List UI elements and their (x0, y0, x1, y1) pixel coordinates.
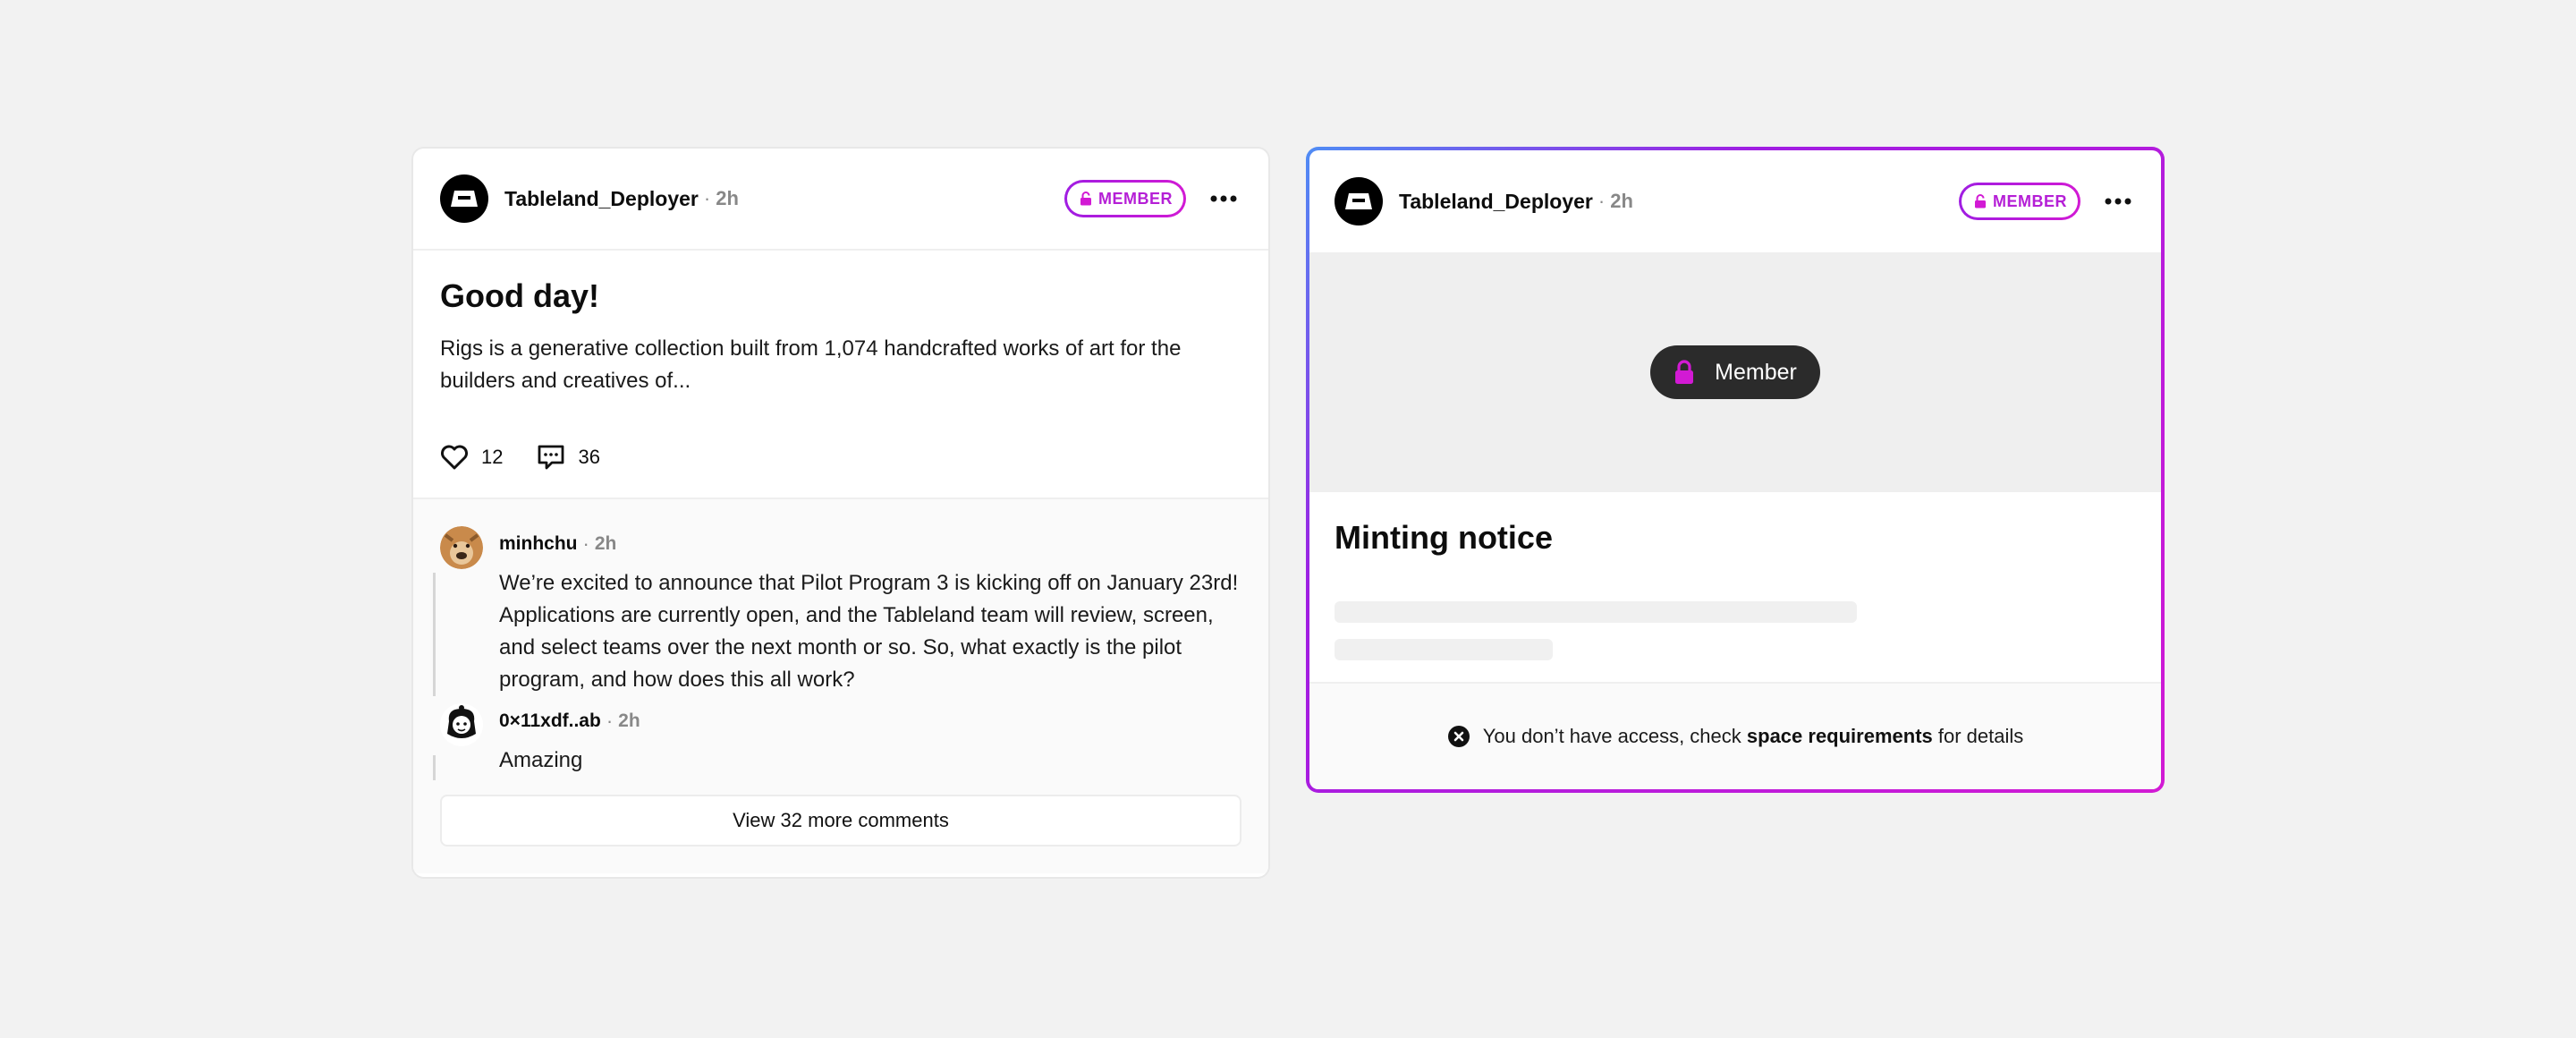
avatar[interactable] (440, 526, 483, 569)
post-header: Tableland_Deployer · 2h MEMBER (1309, 150, 2161, 252)
more-horizontal-icon (1210, 195, 1237, 202)
post-time: 2h (716, 187, 739, 209)
thread-line (433, 573, 436, 696)
post-text: Rigs is a generative collection built fr… (440, 336, 1182, 393)
comments-section: minhchu · 2h We’re excited to announce t… (413, 499, 1268, 873)
comment-author[interactable]: 0×11xdf..ab (499, 710, 601, 732)
skeleton-line (1335, 601, 1857, 623)
locked-content-area: Member (1309, 252, 2161, 492)
more-options-button[interactable] (2100, 183, 2136, 219)
post-header: Tableland_Deployer · 2h MEMBER (413, 149, 1268, 251)
author-name[interactable]: Tableland_Deployer (504, 187, 699, 211)
member-badge: MEMBER (1959, 183, 2080, 220)
comment-item: 0×11xdf..ab · 2h Amazing (440, 703, 1241, 777)
comment-button[interactable]: 36 (537, 444, 600, 471)
like-button[interactable]: 12 (440, 445, 503, 470)
lock-icon (1080, 191, 1091, 206)
post-title: Good day! (440, 277, 599, 314)
post-title: Minting notice (1335, 519, 1553, 556)
tableland-logo-icon[interactable] (440, 174, 488, 223)
more-options-button[interactable] (1206, 181, 1241, 217)
comment-author[interactable]: minhchu (499, 533, 578, 555)
close-circle-icon (1447, 726, 1470, 747)
comment-icon (538, 445, 564, 470)
tableland-logo-icon[interactable] (1335, 177, 1383, 225)
separator-dot: · (582, 532, 589, 555)
separator-dot: · (606, 710, 614, 732)
avatar[interactable] (440, 703, 483, 746)
view-more-comments-button[interactable]: View 32 more comments (440, 795, 1241, 847)
member-badge: MEMBER (1064, 180, 1186, 217)
locked-post-card: Tableland_Deployer · 2h MEMBER Member Mi… (1306, 147, 2165, 793)
comment-item: minhchu · 2h We’re excited to announce t… (440, 526, 1241, 696)
comment-count: 36 (578, 446, 600, 468)
comment-text: Amazing (499, 748, 583, 772)
author-name[interactable]: Tableland_Deployer (1399, 190, 1593, 214)
access-prefix: You don’t have access, check (1482, 725, 1747, 747)
comment-time: 2h (618, 710, 640, 731)
heart-icon (441, 445, 468, 470)
member-badge-label: MEMBER (1098, 189, 1173, 208)
member-badge-label: MEMBER (1993, 191, 2067, 210)
like-count: 12 (481, 446, 504, 468)
post-time: 2h (1610, 190, 1633, 212)
space-requirements-link[interactable]: space requirements (1747, 725, 1933, 747)
reactions-bar: 12 36 (413, 417, 1268, 499)
member-pill: Member (1650, 345, 1820, 399)
more-horizontal-icon (2105, 198, 2131, 205)
access-notice: You don’t have access, check space requi… (1309, 682, 2161, 789)
post-card: Tableland_Deployer · 2h MEMBER Good day!… (411, 147, 1270, 879)
post-body: Good day! Rigs is a generative collectio… (413, 251, 1268, 397)
lock-icon (1675, 360, 1694, 384)
comment-time: 2h (594, 533, 617, 554)
separator-dot: · (703, 187, 711, 209)
member-pill-label: Member (1715, 359, 1797, 385)
separator-dot: · (1597, 190, 1606, 212)
thread-line (433, 755, 436, 780)
access-notice-text: You don’t have access, check space requi… (1483, 725, 2024, 748)
lock-icon (1975, 194, 1986, 208)
comment-text: We’re excited to announce that Pilot Pro… (499, 571, 1239, 692)
access-suffix: for details (1932, 725, 2024, 747)
skeleton-line (1335, 639, 1553, 660)
